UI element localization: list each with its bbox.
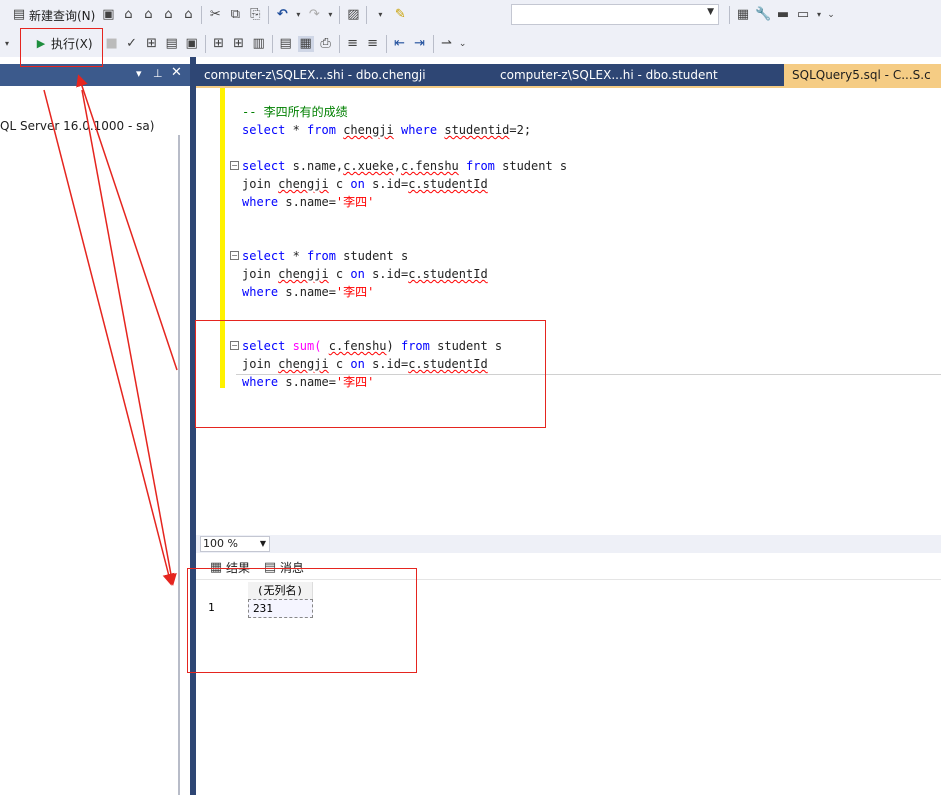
separator xyxy=(385,34,387,53)
window-icon[interactable]: ▭ xyxy=(795,7,811,23)
tab-chengji[interactable]: computer-z\SQLEX...shi - dbo.chengji xyxy=(196,64,492,86)
pin-icon[interactable]: ⊥ xyxy=(153,67,163,80)
scrollbar[interactable] xyxy=(178,135,180,795)
annotation-box-result xyxy=(187,568,417,673)
code-line-query2-where: where s.name='李四' xyxy=(242,285,375,299)
checkmark-icon[interactable]: ✓ xyxy=(124,36,140,52)
wrench-icon[interactable]: 🔧 xyxy=(755,7,771,23)
tab-student[interactable]: computer-z\SQLEX...hi - dbo.student xyxy=(492,64,784,86)
separator xyxy=(729,6,730,24)
separator xyxy=(338,34,340,53)
xmla-query-icon[interactable]: ⌂ xyxy=(160,7,176,23)
copy-icon[interactable]: ⧉ xyxy=(227,7,243,23)
cut-icon[interactable]: ✂ xyxy=(207,7,223,23)
stop-icon[interactable]: ■ xyxy=(104,36,120,52)
server-tree-node[interactable]: QL Server 16.0.1000 - sa) xyxy=(0,119,154,133)
collapse-icon[interactable]: − xyxy=(230,161,239,170)
new-query-button[interactable]: ▤ 新建查询(N) xyxy=(6,4,98,26)
dax-query-icon[interactable]: ⌂ xyxy=(180,7,196,23)
separator xyxy=(271,34,273,53)
code-line-query1-select: select s.name,c.xueke,c.fenshu from stud… xyxy=(242,159,568,173)
sql-editor-toolbar: ▾ ▶ 执行(X) ■ ✓ ⊞ ▤ ▣ ⊞ ⊞ ▥ ▤ ▦ ⎙ ≡ ≡ ⇤ ⇥ … xyxy=(0,30,941,57)
results-grid-icon[interactable]: ▦ xyxy=(297,35,314,52)
undo-dropdown-icon[interactable]: ▾ xyxy=(294,7,302,23)
separator xyxy=(204,34,206,53)
separator xyxy=(201,6,203,24)
separator xyxy=(432,34,434,53)
standard-toolbar: ▤ 新建查询(N) ▣ ⌂ ⌂ ⌂ ⌂ ✂ ⧉ ⎘ ↶ ▾ ↷ ▾ ▨ ▾ ✎ … xyxy=(0,0,941,30)
document-tabs: computer-z\SQLEX...shi - dbo.chengji com… xyxy=(196,64,941,86)
code-line-query2-join: join chengji c on s.id=c.studentId xyxy=(242,267,488,281)
activity-monitor-icon[interactable]: ▨ xyxy=(345,7,361,23)
close-icon[interactable]: ✕ xyxy=(171,65,182,80)
query-designer-icon[interactable]: ▤ xyxy=(164,36,180,52)
annotation-box-query xyxy=(195,320,546,428)
panel-dropdown-icon[interactable]: ▾ xyxy=(136,67,142,80)
actual-plan-icon[interactable]: ⊞ xyxy=(211,36,227,52)
window-dropdown-icon[interactable]: ▾ xyxy=(815,7,823,23)
code-comment: -- 李四所有的成绩 xyxy=(242,105,348,119)
redo-dropdown-icon[interactable]: ▾ xyxy=(326,7,334,23)
separator xyxy=(339,6,341,24)
results-text-icon[interactable]: ▤ xyxy=(278,36,294,52)
overflow-icon[interactable]: ⌄ xyxy=(459,36,467,52)
solution-icon[interactable]: ✎ xyxy=(392,7,408,23)
find-combo[interactable]: ▼ xyxy=(511,4,719,25)
collapse-icon[interactable]: − xyxy=(230,251,239,260)
paste-icon[interactable]: ⎘ xyxy=(247,7,263,23)
template-params-icon[interactable]: ⇀ xyxy=(439,36,455,52)
object-explorer-header: ▾ ⊥ ✕ xyxy=(0,64,190,86)
chevron-down-icon: ▼ xyxy=(259,539,266,548)
uncomment-icon[interactable]: ≡ xyxy=(365,36,381,52)
database-dropdown-icon[interactable]: ▾ xyxy=(2,36,12,52)
increase-indent-icon[interactable]: ⇥ xyxy=(412,36,428,52)
code-line-query1-where: where s.name='李四' xyxy=(242,195,375,209)
undo-icon[interactable]: ↶ xyxy=(274,7,290,23)
client-stats-icon[interactable]: ▥ xyxy=(251,36,267,52)
sql-editor[interactable]: -- 李四所有的成绩 select * from chengji where s… xyxy=(196,88,941,535)
separator xyxy=(366,6,368,24)
zoom-bar: 100 % ▼ xyxy=(196,535,941,553)
ssms-window: ▤ 新建查询(N) ▣ ⌂ ⌂ ⌂ ⌂ ✂ ⧉ ⎘ ↶ ▾ ↷ ▾ ▨ ▾ ✎ … xyxy=(0,0,941,795)
object-explorer-panel: ▾ ⊥ ✕ QL Server 16.0.1000 - sa) xyxy=(0,57,190,795)
comment-icon[interactable]: ≡ xyxy=(345,36,361,52)
code-line-query1-join: join chengji c on s.id=c.studentId xyxy=(242,177,488,191)
decrease-indent-icon[interactable]: ⇤ xyxy=(392,36,408,52)
dmx-query-icon[interactable]: ⌂ xyxy=(120,7,136,23)
live-stats-icon[interactable]: ⊞ xyxy=(231,36,247,52)
intellisense-icon[interactable]: ▣ xyxy=(184,36,200,52)
overflow-icon[interactable]: ⌄ xyxy=(827,7,835,23)
estimated-plan-icon[interactable]: ⊞ xyxy=(144,36,160,52)
annotation-box-execute xyxy=(20,28,103,67)
toolbar-right-group: ▦ 🔧 ▬ ▭ ▾ ⌄ xyxy=(726,6,837,24)
separator xyxy=(268,6,270,24)
zoom-select[interactable]: 100 % ▼ xyxy=(200,536,270,552)
code-line-query2-select: select * from student s xyxy=(242,249,409,263)
results-file-icon[interactable]: ⎙ xyxy=(318,36,334,52)
properties-icon[interactable]: ▦ xyxy=(735,7,751,23)
new-file-icon: ▤ xyxy=(12,7,26,22)
dmx-query-icon[interactable]: ⌂ xyxy=(140,7,156,23)
code-line-query0: select * from chengji where studentid=2; xyxy=(242,123,532,137)
chevron-down-icon: ▼ xyxy=(707,7,714,17)
redo-icon[interactable]: ↷ xyxy=(306,7,322,23)
dropdown-icon[interactable]: ▾ xyxy=(372,7,388,23)
toolbox-icon[interactable]: ▬ xyxy=(775,7,791,23)
tab-sqlquery5[interactable]: SQLQuery5.sql - C...S.c xyxy=(784,64,941,86)
mdx-query-icon[interactable]: ▣ xyxy=(100,7,116,23)
